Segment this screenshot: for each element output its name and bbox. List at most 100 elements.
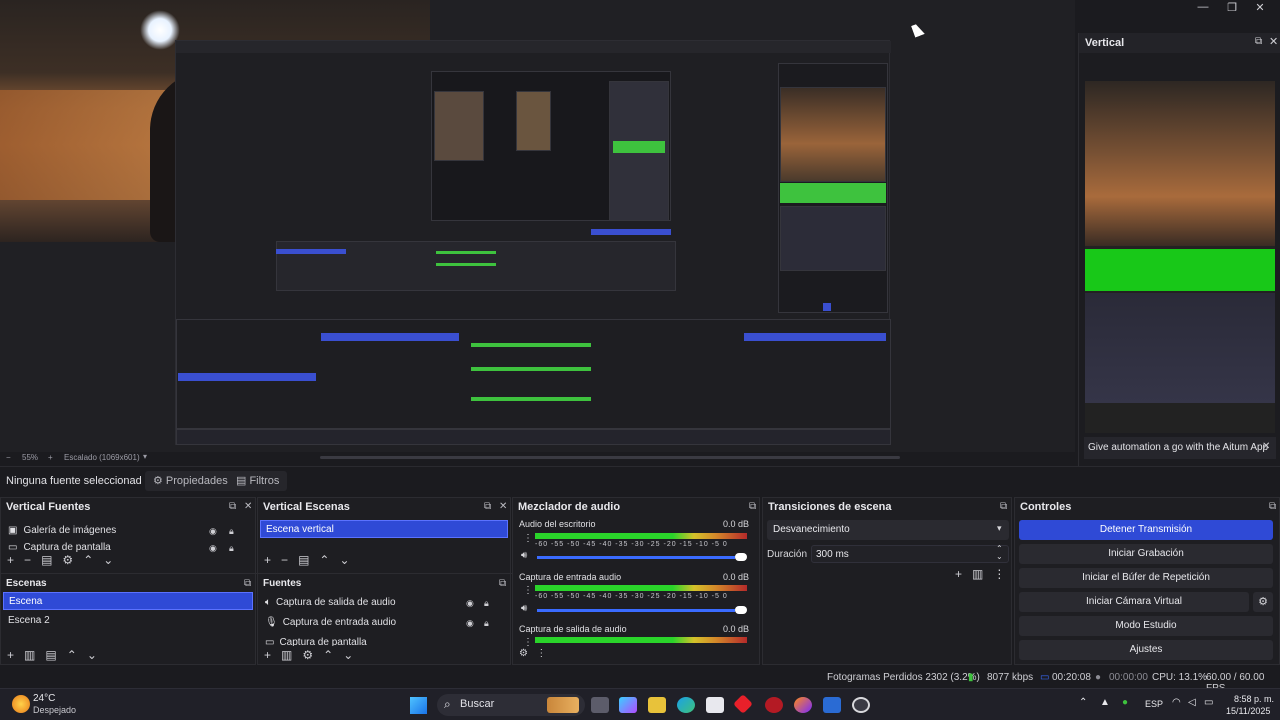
visibility-icon[interactable]: ◉ xyxy=(466,598,476,608)
app-blue-icon[interactable] xyxy=(823,697,841,713)
advanced-audio-icon[interactable]: ⚙ xyxy=(519,648,528,659)
settings-button[interactable]: Ajustes xyxy=(1019,640,1273,660)
notice-close-icon[interactable]: ✕ xyxy=(1262,441,1270,452)
firefox-icon[interactable] xyxy=(794,697,812,713)
transition-menu-icon[interactable]: ⋮ xyxy=(993,567,1005,581)
stepper-down-icon[interactable]: ⌄ xyxy=(996,552,1003,561)
gear-icon[interactable]: ⚙ xyxy=(302,648,313,662)
app-red-icon[interactable] xyxy=(733,694,753,714)
filters-button[interactable]: ▤ Filtros xyxy=(228,471,288,491)
add-icon[interactable]: + xyxy=(7,648,14,662)
lock-icon[interactable]: 🔒︎ xyxy=(484,618,494,628)
file-explorer-icon[interactable] xyxy=(648,697,666,713)
visibility-icon[interactable]: ◉ xyxy=(209,526,219,536)
move-up-icon[interactable]: ⌃ xyxy=(83,553,93,567)
speaker-icon[interactable]: 🔊︎ xyxy=(521,550,527,561)
close-icon[interactable]: ✕ xyxy=(499,501,507,512)
speaker-icon[interactable]: 🔊︎ xyxy=(521,603,527,614)
lock-icon[interactable]: 🔒︎ xyxy=(229,543,239,553)
move-up-icon[interactable]: ⌃ xyxy=(319,553,329,567)
trash-icon[interactable]: ▥ xyxy=(281,648,292,662)
app-dark-red-icon[interactable] xyxy=(765,697,783,713)
move-down-icon[interactable]: ⌄ xyxy=(87,648,97,662)
float-icon[interactable]: ⧉ xyxy=(749,501,756,512)
move-up-icon[interactable]: ⌃ xyxy=(323,648,333,662)
visibility-icon[interactable]: ◉ xyxy=(466,618,476,628)
filter-icon[interactable]: ▤ xyxy=(45,648,56,662)
group-icon[interactable]: ▤ xyxy=(41,553,52,567)
close-icon[interactable]: ✕ xyxy=(244,501,252,512)
horizontal-scrollbar[interactable] xyxy=(320,456,900,459)
clock-date[interactable]: 15/11/2025 xyxy=(1226,706,1270,716)
taskbar-search[interactable]: ⌕ Buscar xyxy=(437,694,585,716)
move-up-icon[interactable]: ⌃ xyxy=(67,648,77,662)
minimize-button[interactable]: — xyxy=(1194,1,1212,15)
obs-icon[interactable] xyxy=(852,697,870,713)
volume-slider[interactable] xyxy=(537,609,735,612)
start-replay-buffer-button[interactable]: Iniciar el Búfer de Repetición xyxy=(1019,568,1273,588)
vertical-scene-item[interactable]: Escena vertical xyxy=(260,520,508,538)
mixer-menu-icon[interactable]: ⋮ xyxy=(536,648,546,659)
source-item[interactable]: ▭ Captura de pantalla xyxy=(260,634,508,646)
wifi-icon[interactable]: ◠ xyxy=(1172,697,1181,708)
filter-icon[interactable]: ▤ xyxy=(298,553,309,567)
properties-button[interactable]: ⚙ Propiedades xyxy=(145,471,236,491)
transition-select[interactable]: Desvanecimiento ▾ xyxy=(767,520,1009,540)
move-down-icon[interactable]: ⌄ xyxy=(343,648,353,662)
trash-icon[interactable]: ▥ xyxy=(972,567,983,581)
channel-menu-icon[interactable]: ⋮ xyxy=(523,533,533,544)
volume-knob[interactable] xyxy=(735,553,747,561)
remove-icon[interactable]: − xyxy=(24,553,31,567)
lock-icon[interactable]: 🔒︎ xyxy=(229,526,239,536)
add-icon[interactable]: + xyxy=(264,648,271,662)
move-down-icon[interactable]: ⌄ xyxy=(103,553,113,567)
store-icon[interactable] xyxy=(706,697,724,713)
gear-icon[interactable]: ⚙ xyxy=(1253,592,1273,612)
start-virtual-camera-button[interactable]: Iniciar Cámara Virtual xyxy=(1019,592,1249,612)
remove-icon[interactable]: − xyxy=(281,553,288,567)
close-icon[interactable]: ✕ xyxy=(1269,35,1278,48)
program-preview[interactable] xyxy=(0,0,1075,452)
float-icon[interactable]: ⧉ xyxy=(244,578,251,589)
volume-slider[interactable] xyxy=(537,556,735,559)
tray-app-icon[interactable]: ▲ xyxy=(1100,697,1110,708)
clock-time[interactable]: 8:58 p. m. xyxy=(1234,694,1274,704)
studio-mode-button[interactable]: Modo Estudio xyxy=(1019,616,1273,636)
copilot-icon[interactable] xyxy=(619,697,637,713)
scene-item[interactable]: Escena 2 xyxy=(3,612,253,630)
scale-dropdown-icon[interactable]: ▾ xyxy=(143,452,147,461)
trash-icon[interactable]: ▥ xyxy=(24,648,35,662)
float-icon[interactable]: ⧉ xyxy=(499,578,506,589)
gear-icon[interactable]: ⚙ xyxy=(62,553,73,567)
edge-icon[interactable] xyxy=(677,697,695,713)
zoom-in-icon[interactable]: + xyxy=(48,453,53,462)
start-recording-button[interactable]: Iniciar Grabación xyxy=(1019,544,1273,564)
add-icon[interactable]: + xyxy=(955,567,962,581)
vertical-canvas-preview[interactable] xyxy=(1085,81,1275,433)
tray-expand-icon[interactable]: ⌃ xyxy=(1079,697,1087,708)
lock-icon[interactable]: 🔒︎ xyxy=(484,598,494,608)
close-button[interactable]: ✕ xyxy=(1251,1,1269,15)
stop-stream-button[interactable]: Detener Transmisión xyxy=(1019,520,1273,540)
channel-menu-icon[interactable]: ⋮ xyxy=(523,585,533,596)
move-down-icon[interactable]: ⌄ xyxy=(340,553,350,567)
volume-icon[interactable]: ◁ xyxy=(1188,697,1196,708)
float-icon[interactable]: ⧉ xyxy=(484,501,491,512)
scene-item[interactable]: Escena xyxy=(3,592,253,610)
microphone-icon[interactable]: ● xyxy=(1122,697,1128,708)
battery-icon[interactable]: ▭ xyxy=(1204,697,1213,708)
float-icon[interactable]: ⧉ xyxy=(1000,501,1007,512)
maximize-button[interactable]: ❐ xyxy=(1223,1,1241,15)
duration-input[interactable]: 300 ms ⌃ ⌄ xyxy=(811,544,1009,563)
windows-start-icon[interactable] xyxy=(410,697,427,714)
task-view-icon[interactable] xyxy=(591,697,609,713)
zoom-out-icon[interactable]: − xyxy=(6,453,11,462)
channel-menu-icon[interactable]: ⋮ xyxy=(523,637,533,648)
visibility-icon[interactable]: ◉ xyxy=(209,543,219,553)
float-icon[interactable]: ⧉ xyxy=(229,501,236,512)
float-icon[interactable]: ⧉ xyxy=(1269,501,1276,512)
float-icon[interactable]: ⧉ xyxy=(1255,36,1262,47)
add-icon[interactable]: + xyxy=(264,553,271,567)
add-icon[interactable]: + xyxy=(7,553,14,567)
language-indicator[interactable]: ESP xyxy=(1145,699,1163,709)
